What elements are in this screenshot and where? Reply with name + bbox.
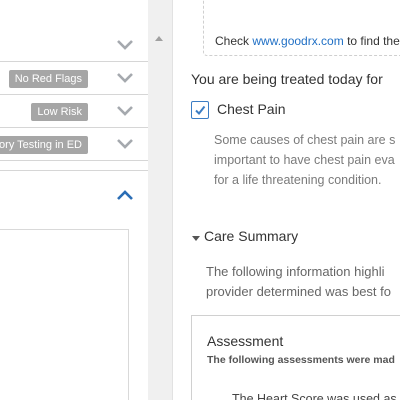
vertical-scrollbar[interactable]	[148, 0, 172, 400]
goodrx-notice-text: Check www.goodrx.com to find the	[215, 34, 400, 48]
treated-heading: You are being treated today for	[191, 71, 383, 87]
accordion-row-testing[interactable]: tory Testing in ED	[0, 129, 148, 161]
care-summary-description: The following information highli provide…	[206, 262, 391, 302]
chevron-down-icon[interactable]	[116, 138, 134, 150]
section-divider	[0, 170, 148, 171]
left-panel: No Red Flags Low Risk tory Testing in ED	[0, 0, 148, 400]
care-summary-line: The following information highli	[206, 264, 385, 279]
causes-line: for a life threatening condition.	[214, 173, 382, 187]
accordion-row-risk[interactable]: Low Risk	[0, 96, 148, 128]
goodrx-prefix: Check	[215, 34, 253, 48]
chevron-up-icon[interactable]	[116, 189, 134, 201]
goodrx-link[interactable]: www.goodrx.com	[252, 34, 343, 48]
chest-pain-checkbox[interactable]	[191, 101, 209, 119]
chevron-down-icon[interactable]	[116, 105, 134, 117]
care-summary-toggle[interactable]: Care Summary	[204, 228, 298, 244]
causes-line: important to have chest pain eva	[214, 153, 395, 167]
expanded-section-content	[0, 229, 129, 400]
assessment-title: Assessment	[207, 333, 284, 349]
goodrx-suffix: to find the	[343, 34, 400, 48]
caret-down-icon[interactable]	[192, 236, 200, 241]
right-panel: Check www.goodrx.com to find the You are…	[173, 0, 400, 400]
check-icon	[195, 105, 206, 116]
scroll-up-arrow-icon[interactable]	[155, 36, 163, 41]
causes-text: Some causes of chest pain are s importan…	[214, 130, 395, 190]
chest-pain-label: Chest Pain	[217, 101, 286, 117]
chevron-down-icon[interactable]	[116, 72, 134, 84]
status-badge: tory Testing in ED	[0, 136, 88, 154]
status-badge: Low Risk	[31, 103, 88, 121]
chevron-down-icon[interactable]	[116, 39, 134, 51]
assessment-bullet: The Heart Score was used as	[232, 392, 397, 400]
care-summary-line: provider determined was best fo	[206, 284, 391, 299]
assessment-card: Assessment The following assessments wer…	[191, 315, 400, 400]
assessment-subtitle: The following assessments were mad	[207, 354, 395, 366]
status-badge: No Red Flags	[8, 70, 88, 88]
accordion-row[interactable]	[0, 30, 148, 62]
causes-line: Some causes of chest pain are s	[214, 133, 396, 147]
accordion-row-red-flags[interactable]: No Red Flags	[0, 63, 148, 95]
